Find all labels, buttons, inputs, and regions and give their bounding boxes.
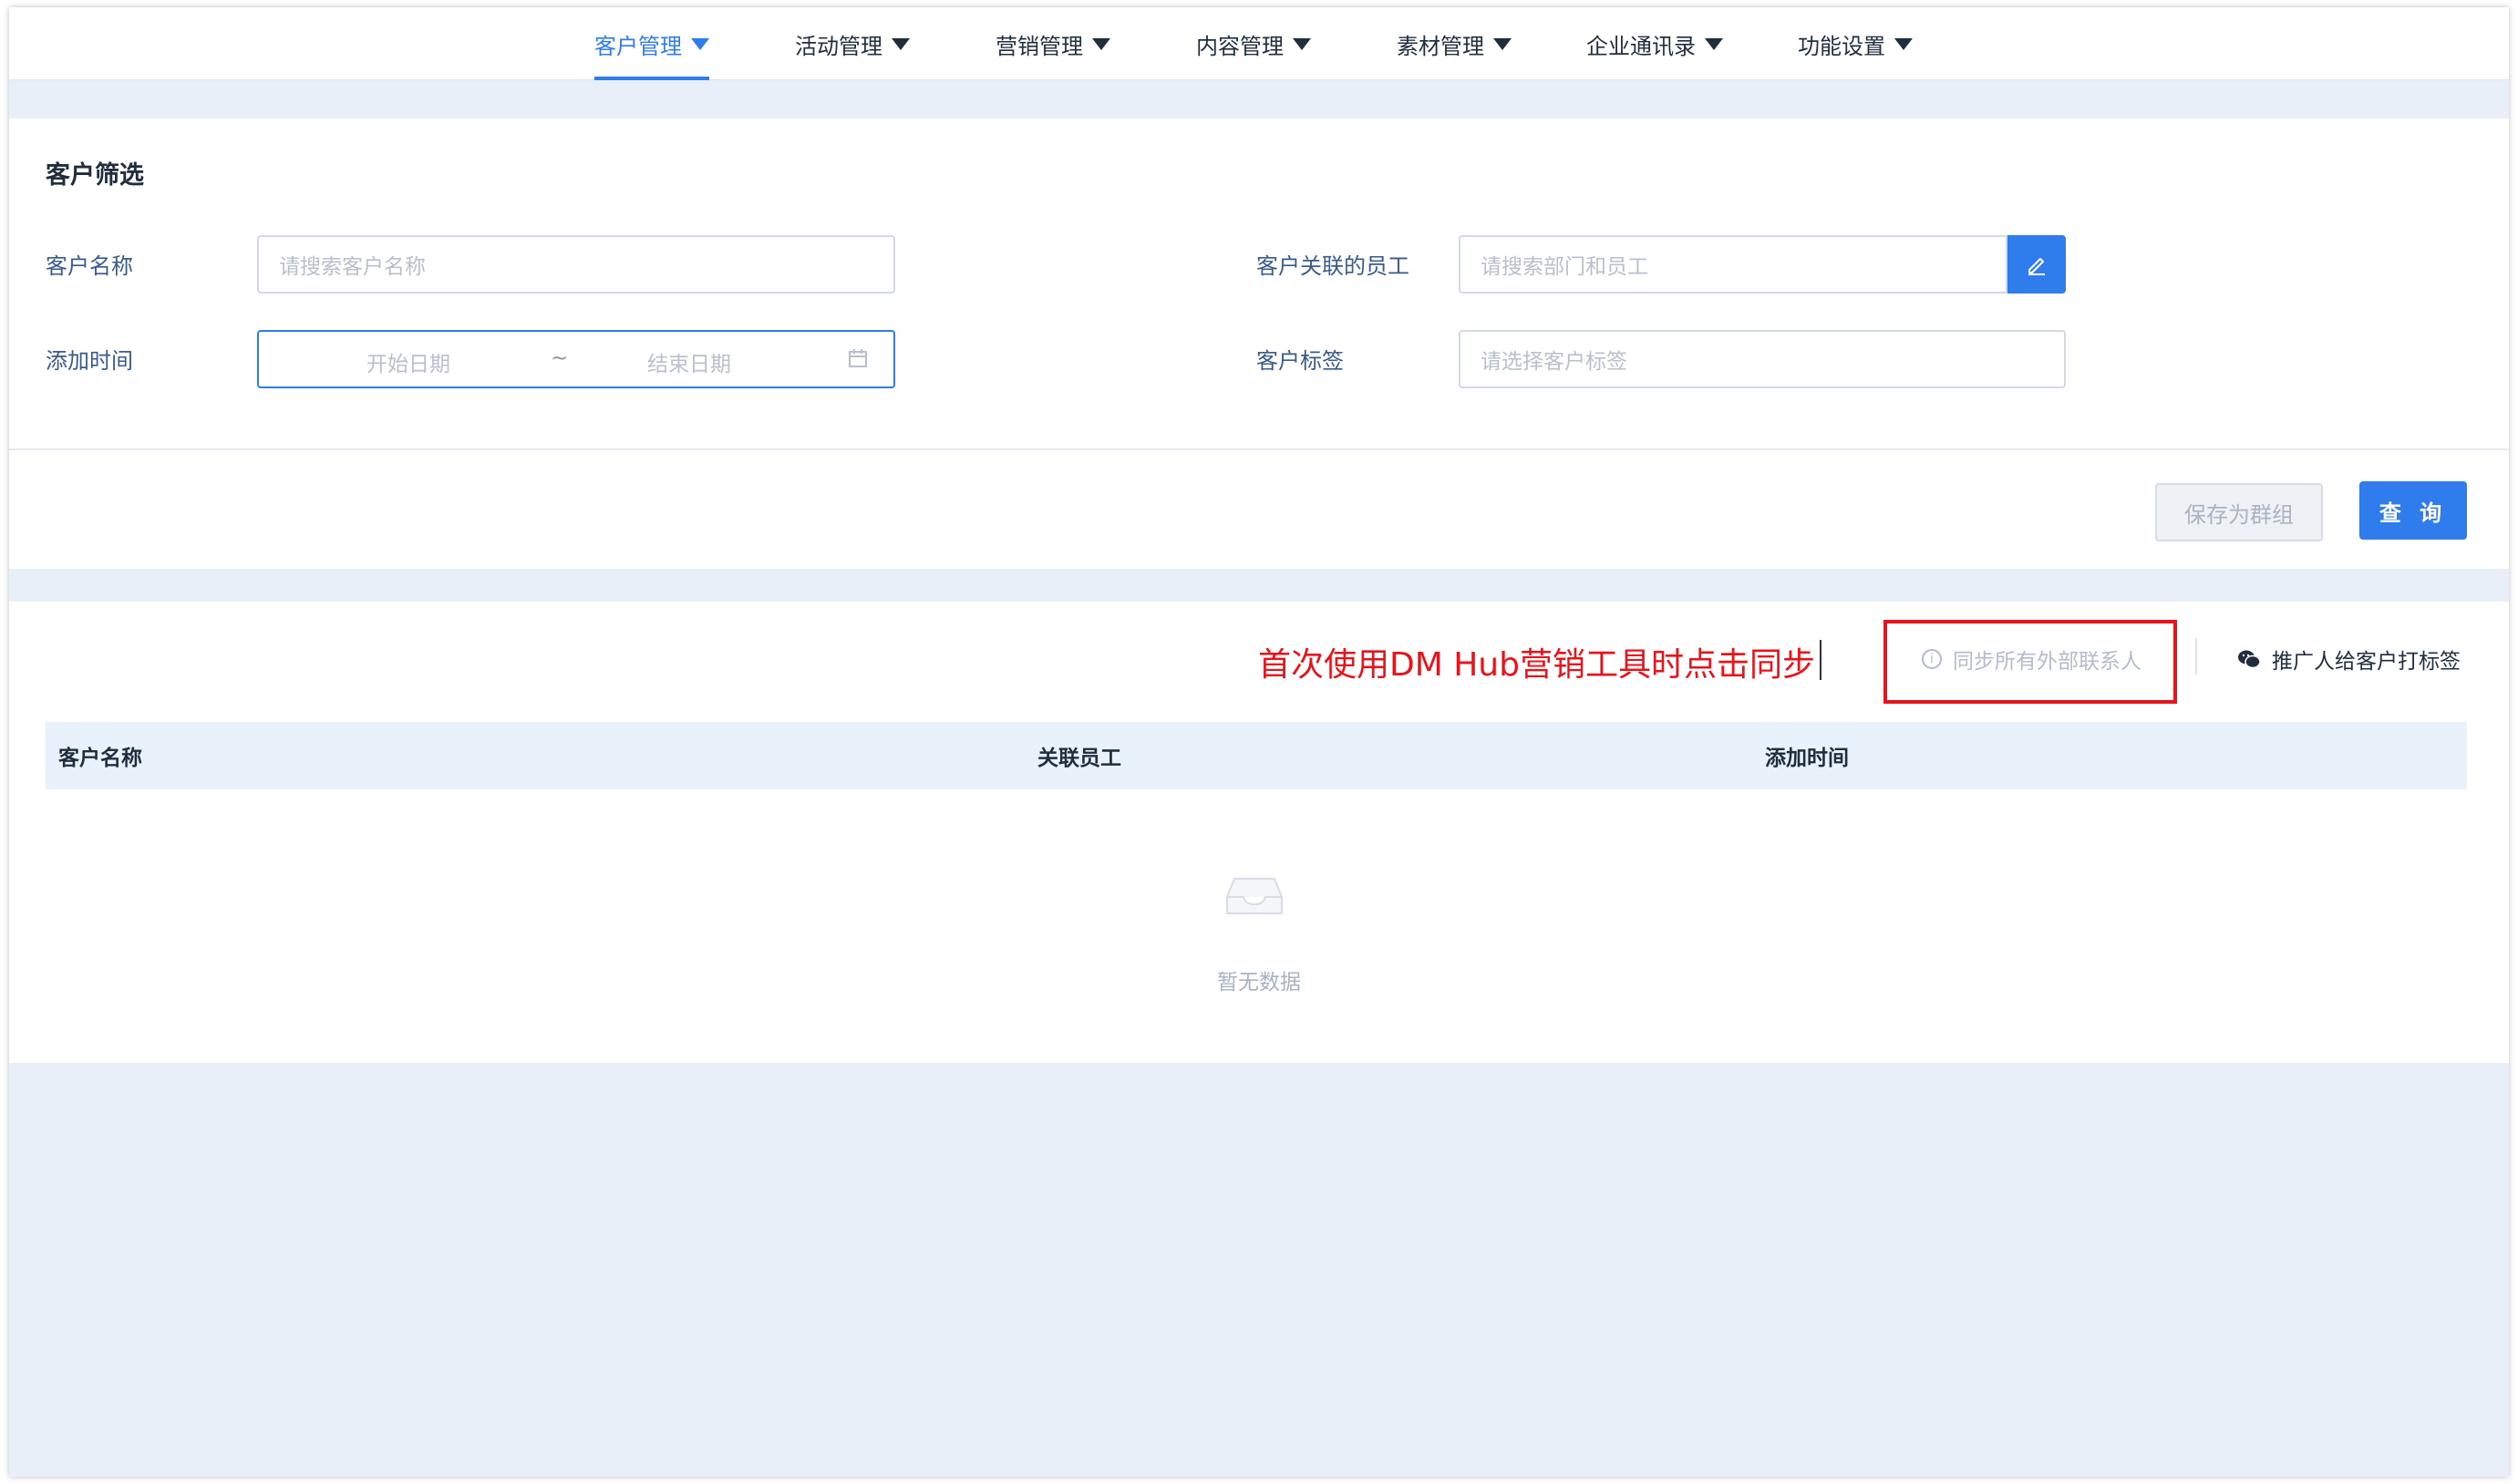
nav-item-content-management[interactable]: 内容管理	[1196, 7, 1311, 80]
empty-inbox-icon	[1226, 878, 1283, 914]
promote-tag-button[interactable]: 推广人给客户打标签	[2237, 636, 2461, 682]
start-date-placeholder: 开始日期	[366, 353, 450, 376]
nav-item-label: 活动管理	[795, 33, 882, 59]
employee-label: 客户关联的员工	[1256, 253, 1409, 279]
caret-down-icon	[1293, 37, 1311, 50]
table-header: 客户名称 关联员工 添加时间	[46, 722, 2467, 789]
caret-down-icon	[1894, 37, 1913, 50]
column-header-add-time: 添加时间	[1765, 747, 1849, 770]
text-cursor	[1820, 640, 1821, 680]
app-window: 客户管理 活动管理 营销管理 内容管理 素材管理 企业通讯录 功能设置 客户筛选…	[9, 7, 2509, 1477]
customer-filter-panel: 客户筛选 客户名称 请搜索客户名称 添加时间 开始日期 ~ 结束日期 客户关联的…	[9, 119, 2509, 569]
add-time-label: 添加时间	[46, 348, 133, 374]
caret-down-icon	[892, 37, 910, 50]
save-as-group-button[interactable]: 保存为群组	[2155, 483, 2323, 541]
customer-list-panel: 首次使用DM Hub营销工具时点击同步 i 同步所有外部联系人 推广人给客户打标…	[9, 602, 2509, 1063]
date-range-picker[interactable]: 开始日期 ~ 结束日期	[257, 330, 895, 388]
caret-down-icon	[1705, 37, 1723, 50]
empty-state-text: 暂无数据	[1217, 971, 1301, 994]
employee-search-input[interactable]: 请搜索部门和员工	[1459, 235, 2007, 294]
column-header-customer-name: 客户名称	[58, 747, 142, 770]
nav-item-label: 内容管理	[1196, 33, 1284, 59]
nav-item-label: 功能设置	[1798, 33, 1885, 59]
employee-placeholder: 请搜索部门和员工	[1481, 255, 1648, 279]
nav-item-customer-management[interactable]: 客户管理	[594, 7, 709, 80]
nav-item-marketing-management[interactable]: 营销管理	[996, 7, 1110, 80]
filter-title: 客户筛选	[46, 161, 144, 190]
sync-contacts-label: 同步所有外部联系人	[1953, 650, 2141, 674]
edit-employee-button[interactable]	[2007, 235, 2066, 294]
info-icon: i	[1922, 649, 1942, 669]
wechat-icon	[2238, 650, 2261, 669]
save-as-group-label: 保存为群组	[2184, 501, 2294, 528]
customer-tag-label: 客户标签	[1256, 348, 1344, 374]
nav-item-label: 营销管理	[996, 33, 1083, 59]
calendar-icon	[849, 349, 867, 367]
nav-item-label: 客户管理	[594, 33, 682, 59]
customer-name-placeholder: 请搜索客户名称	[279, 255, 426, 279]
column-header-employee: 关联员工	[1037, 747, 1121, 770]
customer-name-label: 客户名称	[46, 253, 133, 279]
promote-tag-label: 推广人给客户打标签	[2272, 650, 2461, 674]
query-button[interactable]: 查 询	[2359, 481, 2467, 540]
caret-down-icon	[1493, 37, 1512, 50]
pencil-icon	[2028, 258, 2045, 275]
end-date-placeholder: 结束日期	[647, 353, 731, 376]
top-nav: 客户管理 活动管理 营销管理 内容管理 素材管理 企业通讯录 功能设置	[9, 7, 2509, 80]
nav-item-enterprise-directory[interactable]: 企业通讯录	[1586, 7, 1723, 80]
nav-item-material-management[interactable]: 素材管理	[1397, 7, 1512, 80]
toolbar-divider	[2195, 638, 2197, 675]
date-separator: ~	[551, 346, 569, 370]
customer-tag-select[interactable]: 请选择客户标签	[1459, 330, 2066, 388]
nav-item-activity-management[interactable]: 活动管理	[795, 7, 910, 80]
sync-contacts-button[interactable]: i 同步所有外部联系人	[1922, 636, 2141, 682]
caret-down-icon	[691, 37, 709, 50]
nav-item-label: 企业通讯录	[1586, 33, 1696, 59]
nav-item-feature-settings[interactable]: 功能设置	[1798, 7, 1913, 80]
filter-divider	[9, 448, 2509, 450]
annotation-text: 首次使用DM Hub营销工具时点击同步	[1258, 646, 1815, 684]
caret-down-icon	[1092, 37, 1110, 50]
nav-item-label: 素材管理	[1397, 33, 1484, 59]
customer-tag-placeholder: 请选择客户标签	[1481, 350, 1627, 374]
query-label: 查 询	[2379, 500, 2448, 526]
customer-name-input[interactable]: 请搜索客户名称	[257, 235, 895, 294]
